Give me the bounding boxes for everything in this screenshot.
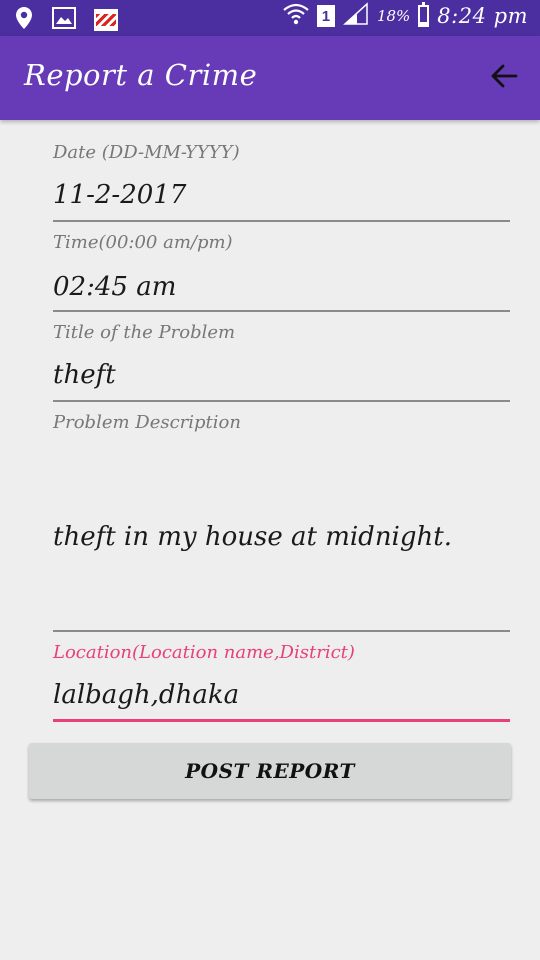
page-title: Report a Crime	[24, 58, 258, 92]
time-label: Time(00:00 am/pm)	[53, 232, 233, 253]
location-input[interactable]: lalbagh,dhaka	[53, 680, 239, 710]
problem-description-input[interactable]: theft in my house at midnight.	[53, 522, 452, 552]
status-bar: 1 18% 8:24 pm	[0, 0, 540, 36]
battery-percent: 18%	[376, 7, 411, 25]
problem-description-label: Problem Description	[53, 412, 241, 433]
time-underline	[53, 310, 510, 312]
time-input[interactable]: 02:45 am	[53, 272, 176, 302]
app-bar: Report a Crime	[0, 36, 540, 120]
date-input[interactable]: 11-2-2017	[53, 180, 186, 210]
battery-icon	[418, 2, 430, 27]
location-field[interactable]: Location(Location name,District) lalbagh…	[53, 642, 510, 724]
gallery-icon	[52, 7, 76, 33]
wifi-icon	[283, 2, 309, 30]
back-button[interactable]	[486, 60, 522, 96]
date-field[interactable]: Date (DD-MM-YYYY) 11-2-2017	[53, 142, 510, 224]
problem-description-underline	[53, 630, 510, 632]
date-underline	[53, 220, 510, 222]
problem-description-field[interactable]: Problem Description theft in my house at…	[53, 412, 510, 634]
location-label: Location(Location name,District)	[53, 642, 355, 663]
signal-icon	[343, 2, 369, 30]
time-field[interactable]: Time(00:00 am/pm) 02:45 am	[53, 232, 510, 314]
problem-title-label: Title of the Problem	[53, 322, 236, 343]
location-pin-icon	[14, 6, 34, 34]
status-time: 8:24 pm	[437, 4, 528, 28]
location-underline	[53, 719, 510, 722]
post-report-button[interactable]: POST REPORT	[29, 743, 511, 799]
problem-title-underline	[53, 400, 510, 402]
sim-slot-icon: 1	[316, 5, 335, 27]
post-report-label: POST REPORT	[185, 759, 355, 783]
date-label: Date (DD-MM-YYYY)	[53, 142, 240, 163]
arrow-back-icon	[490, 64, 518, 92]
problem-title-field[interactable]: Title of the Problem theft	[53, 322, 510, 404]
notification-thumbnail-icon	[94, 9, 118, 31]
problem-title-input[interactable]: theft	[53, 360, 116, 390]
